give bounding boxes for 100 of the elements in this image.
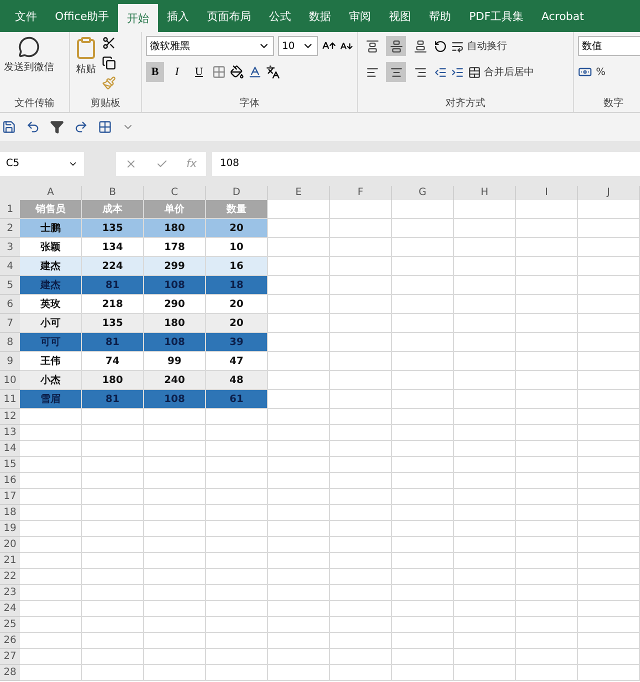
column-header[interactable]: G <box>392 186 454 200</box>
row-header[interactable]: 4 <box>0 257 20 276</box>
row-header[interactable]: 20 <box>0 537 20 553</box>
table-cell: 张颖 <box>20 238 82 257</box>
horizontal-align-button[interactable] <box>386 62 406 82</box>
horizontal-align-icon <box>366 66 378 78</box>
row-header[interactable]: 19 <box>0 521 20 537</box>
table-cell: 小杰 <box>20 371 82 390</box>
copy-icon[interactable] <box>102 56 116 70</box>
column-header[interactable]: F <box>330 186 392 200</box>
column-header[interactable]: D <box>206 186 268 200</box>
row-header[interactable]: 7 <box>0 314 20 333</box>
table-cell: 108 <box>144 390 206 409</box>
row-header[interactable]: 18 <box>0 505 20 521</box>
row-header[interactable]: 23 <box>0 585 20 601</box>
table-cell: 成本 <box>82 200 144 219</box>
row-header[interactable]: 15 <box>0 457 20 473</box>
row-header[interactable]: 22 <box>0 569 20 585</box>
paintbrush-icon[interactable] <box>102 76 116 90</box>
row-header[interactable]: 12 <box>0 409 20 425</box>
table-cell: 20 <box>206 219 268 238</box>
percent-button[interactable]: % <box>596 62 606 82</box>
ribbon-tab[interactable]: Office助手 <box>46 0 118 32</box>
scissors-icon[interactable] <box>102 36 116 50</box>
column-header[interactable]: B <box>82 186 144 200</box>
font-name-field[interactable]: 微软雅黑 <box>146 36 274 56</box>
ribbon-tab[interactable]: 帮助 <box>420 0 460 32</box>
check-icon[interactable] <box>156 158 168 170</box>
ribbon-tab[interactable]: PDF工具集 <box>460 0 533 32</box>
row-header[interactable]: 28 <box>0 665 20 681</box>
row-header[interactable]: 26 <box>0 633 20 649</box>
send-to-wechat-button[interactable]: 发送到微信 <box>4 36 54 96</box>
indent-increase-icon[interactable] <box>451 66 464 78</box>
row-header[interactable]: 14 <box>0 441 20 457</box>
table-cell: 99 <box>144 352 206 371</box>
row-header[interactable]: 10 <box>0 371 20 390</box>
row-header[interactable]: 1 <box>0 200 20 219</box>
save-icon[interactable] <box>2 120 16 134</box>
row-header[interactable]: 21 <box>0 553 20 569</box>
ribbon-tab[interactable]: 数据 <box>300 0 340 32</box>
group-label: 文件传输 <box>14 96 56 111</box>
table-cell: 290 <box>144 295 206 314</box>
row-header[interactable]: 17 <box>0 489 20 505</box>
column-header[interactable]: E <box>268 186 330 200</box>
merge-center-button[interactable]: 合并后居中 <box>468 62 534 82</box>
row-header[interactable]: 11 <box>0 390 20 409</box>
wrap-text-button[interactable]: 自动换行 <box>451 36 507 56</box>
vertical-align-icon <box>366 40 378 52</box>
table-cell: 单价 <box>144 200 206 219</box>
row-header[interactable]: 16 <box>0 473 20 489</box>
indent-decrease-icon[interactable] <box>434 66 447 78</box>
row-header[interactable]: 5 <box>0 276 20 295</box>
column-header[interactable]: C <box>144 186 206 200</box>
row-header[interactable]: 9 <box>0 352 20 371</box>
horizontal-align-icon <box>414 66 426 78</box>
font-size-field[interactable]: 10 <box>278 36 318 56</box>
paste-button[interactable]: 粘贴 <box>74 36 98 96</box>
table-cell: 81 <box>82 390 144 409</box>
row-header[interactable]: 27 <box>0 649 20 665</box>
orientation-icon[interactable] <box>434 40 447 52</box>
vertical-align-button[interactable] <box>386 36 406 56</box>
number-format-field[interactable]: 数值 <box>578 36 640 56</box>
font-color-icon[interactable] <box>248 65 262 79</box>
table-cell: 135 <box>82 219 144 238</box>
table-cell: 39 <box>206 333 268 352</box>
table-cell: 108 <box>144 276 206 295</box>
name-box[interactable]: C5 <box>0 152 84 176</box>
currency-icon[interactable] <box>578 65 592 79</box>
filter-icon[interactable] <box>50 120 64 134</box>
row-header[interactable]: 8 <box>0 333 20 352</box>
row-header[interactable]: 2 <box>0 219 20 238</box>
redo-icon[interactable] <box>74 120 88 134</box>
ribbon-tab[interactable]: Acrobat <box>532 0 593 32</box>
row-header[interactable]: 3 <box>0 238 20 257</box>
font-style-button[interactable]: U <box>190 62 208 82</box>
column-header[interactable]: J <box>578 186 640 200</box>
ribbon-tab[interactable]: 公式 <box>260 0 300 32</box>
table-cell: 10 <box>206 238 268 257</box>
ribbon-tab[interactable]: 页面布局 <box>198 0 260 32</box>
ribbon-tab[interactable]: 插入 <box>158 0 198 32</box>
font-style-button[interactable]: B <box>146 62 164 82</box>
ribbon-tab[interactable]: 文件 <box>6 0 46 32</box>
font-style-button[interactable]: I <box>168 62 186 82</box>
ribbon-tab[interactable]: 视图 <box>380 0 420 32</box>
fill-bucket-icon[interactable] <box>230 65 244 79</box>
column-header[interactable]: A <box>20 186 82 200</box>
cancel-icon[interactable] <box>125 158 138 170</box>
row-header[interactable]: 6 <box>0 295 20 314</box>
column-header[interactable]: I <box>516 186 578 200</box>
table-cell: 74 <box>82 352 144 371</box>
table-cell: 建杰 <box>20 276 82 295</box>
row-header[interactable]: 13 <box>0 425 20 441</box>
group-label: 字体 <box>238 96 260 111</box>
row-header[interactable]: 25 <box>0 617 20 633</box>
column-header[interactable]: H <box>454 186 516 200</box>
formula-field[interactable]: 108 <box>212 152 640 176</box>
undo-icon[interactable] <box>26 120 40 134</box>
row-header[interactable]: 24 <box>0 601 20 617</box>
ribbon-tab[interactable]: 审阅 <box>340 0 380 32</box>
ribbon-tab[interactable]: 开始 <box>118 4 158 32</box>
